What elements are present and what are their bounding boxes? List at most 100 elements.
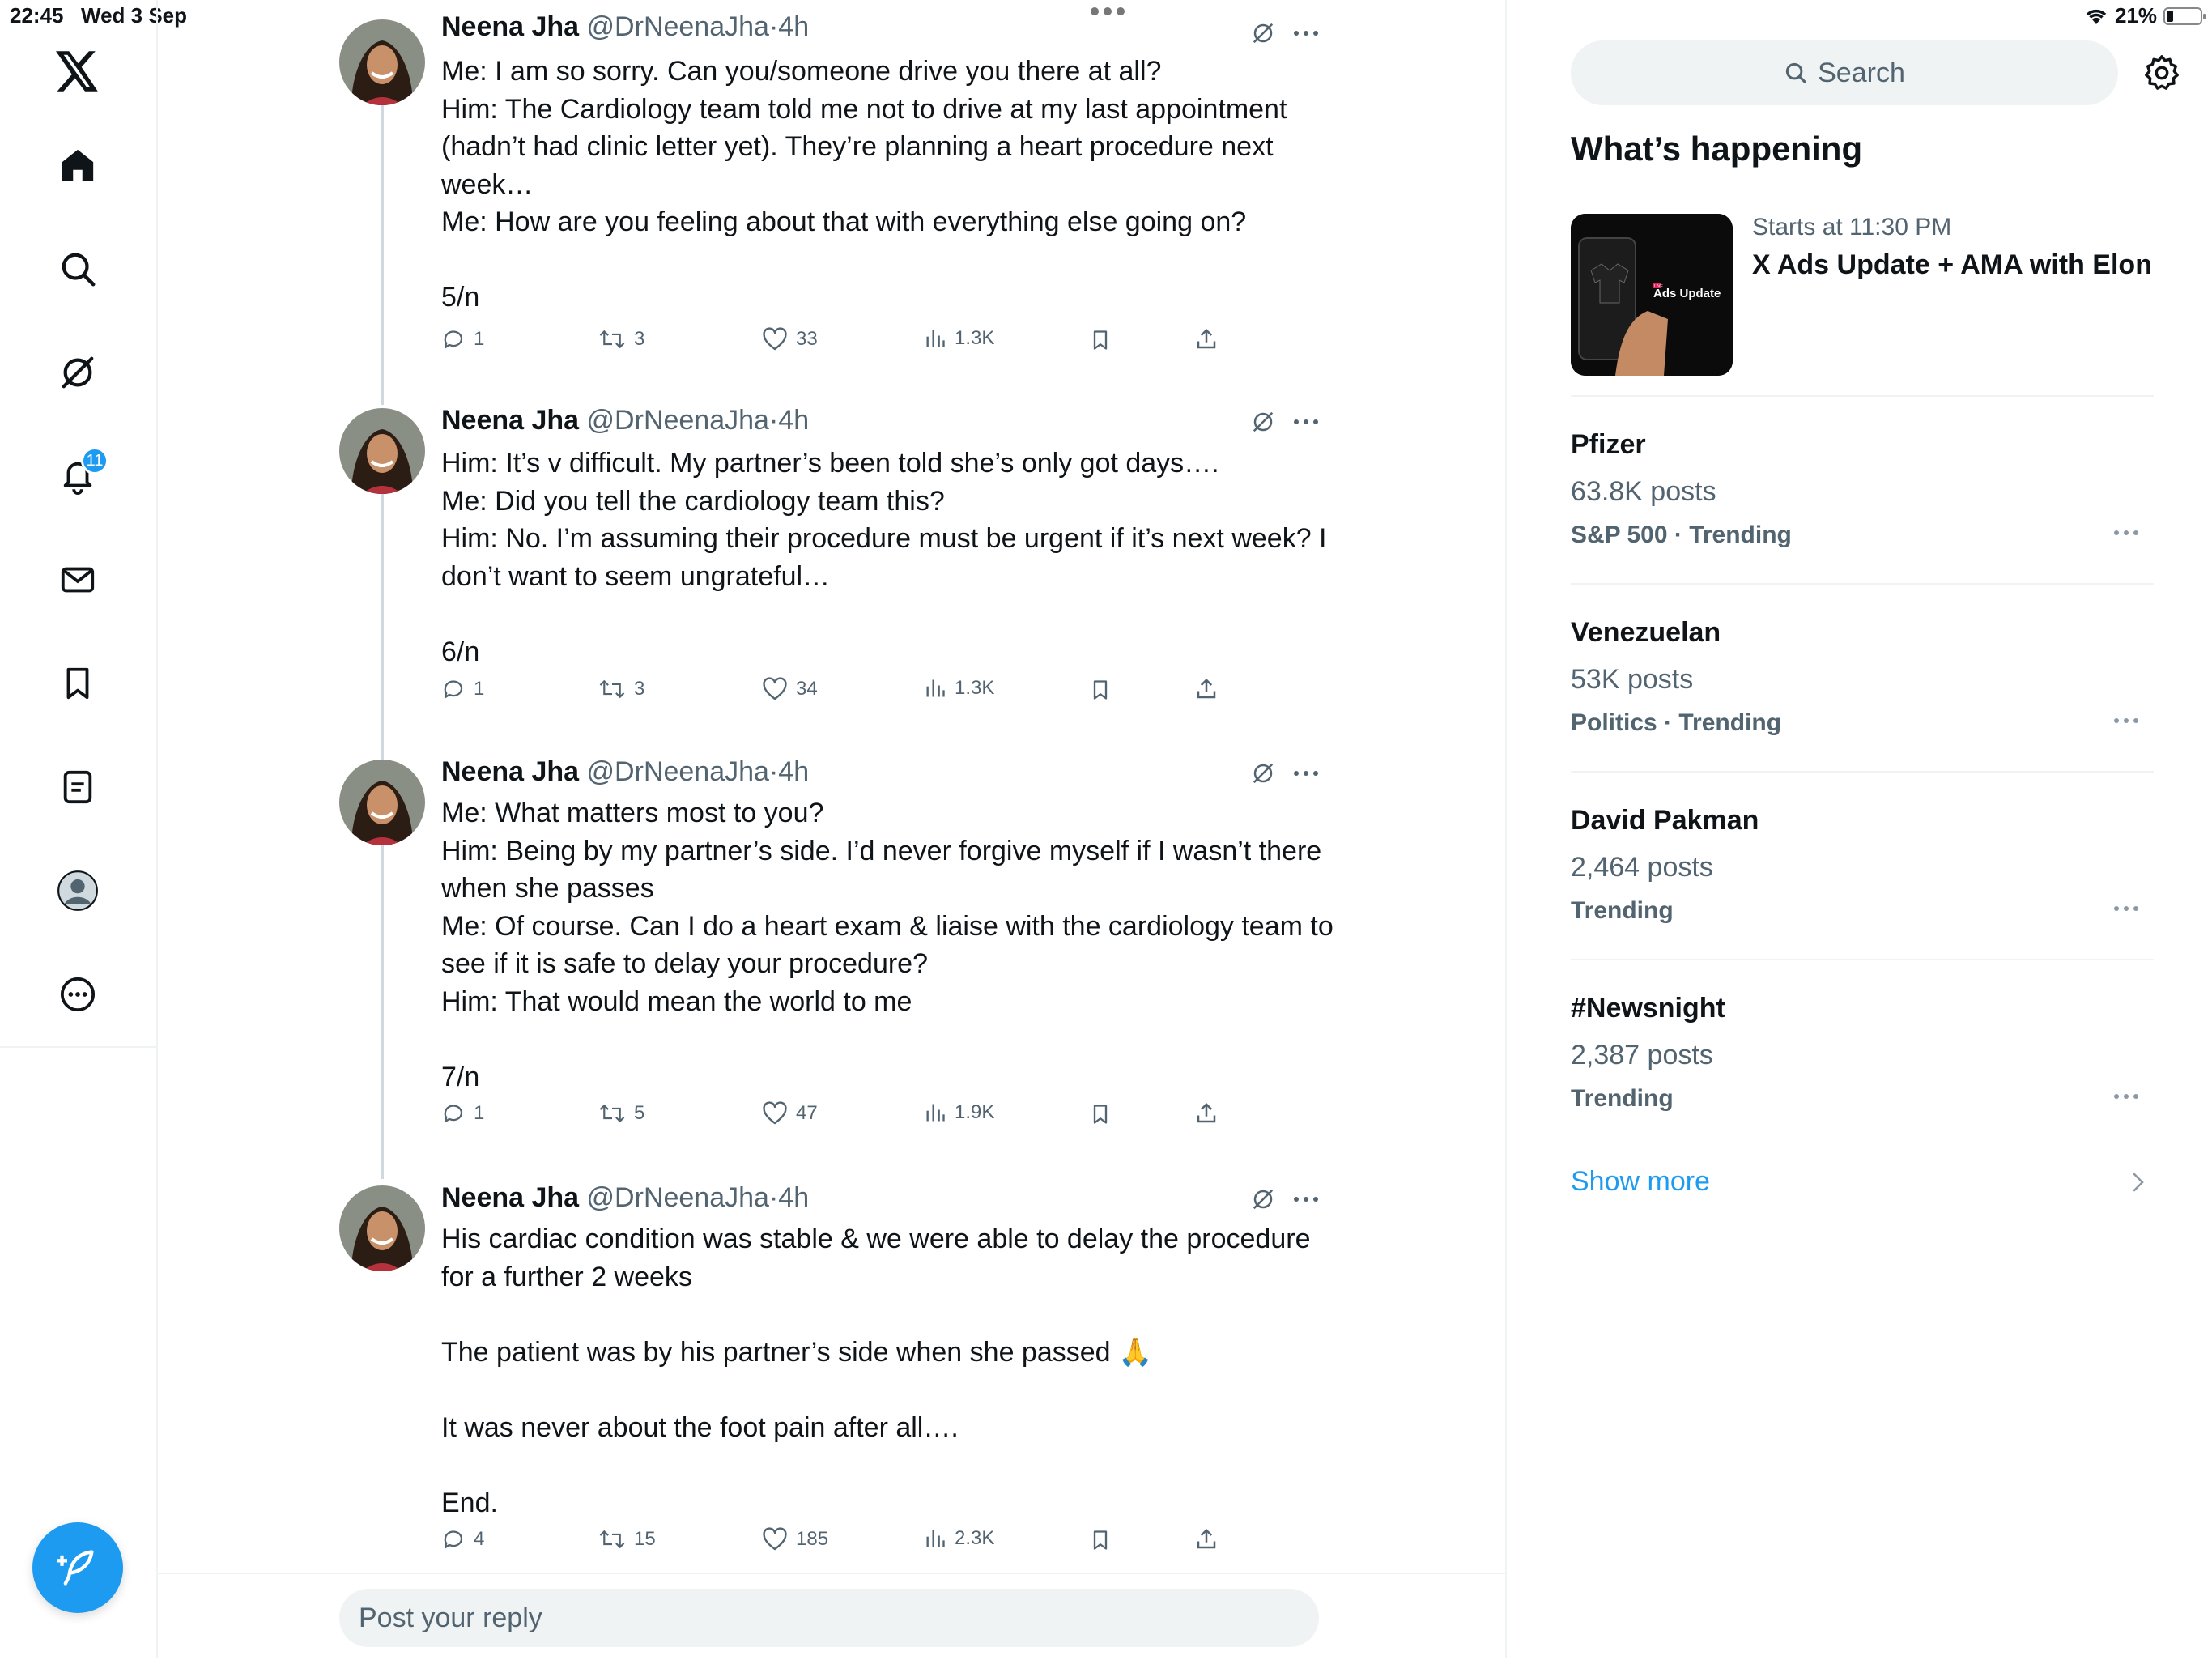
search-icon — [1784, 61, 1808, 85]
tweet[interactable]: Neena Jha @DrNeenaJha·4h Me: I am so sor… — [158, 0, 1505, 372]
reply-button[interactable]: 1 — [441, 1101, 484, 1126]
search-bar[interactable]: Search — [1571, 40, 2118, 105]
event-thumb-text: Ads Update — [1653, 287, 1721, 300]
reply-button[interactable]: 1 — [441, 677, 484, 701]
tweet[interactable]: Neena Jha @DrNeenaJha·4h Him: It’s v dif… — [158, 397, 1505, 721]
author-handle[interactable]: @DrNeenaJha — [587, 11, 769, 42]
tweet-top-icons — [1251, 761, 1319, 785]
views-button[interactable]: 2.3K — [924, 1527, 994, 1550]
author-name[interactable]: Neena Jha — [441, 405, 579, 436]
bookmark-icon[interactable] — [53, 659, 102, 708]
bookmark-button[interactable] — [1089, 1527, 1112, 1553]
event-title[interactable]: X Ads Update + AMA with Elon — [1752, 249, 2152, 281]
share-button[interactable] — [1194, 1527, 1219, 1551]
trend-item[interactable]: Venezuelan 53K posts Politics · Trending — [1571, 617, 2154, 779]
event-thumbnail: Ads Update LIVE — [1571, 214, 1733, 376]
tweet-header: Neena Jha @DrNeenaJha·4h — [441, 1182, 810, 1213]
tweet-time[interactable]: 4h — [778, 11, 809, 42]
reply-count: 1 — [474, 1102, 485, 1124]
gear-icon[interactable] — [2143, 53, 2180, 91]
like-count: 33 — [796, 328, 818, 350]
tweet-header: Neena Jha @DrNeenaJha·4h — [441, 756, 810, 787]
mail-icon[interactable] — [53, 555, 102, 604]
event-card[interactable]: Ads Update LIVE Starts at 11:30 PM X Ads… — [1571, 214, 2154, 376]
bookmark-button[interactable] — [1089, 677, 1112, 703]
repost-button[interactable]: 3 — [598, 327, 644, 351]
views-count: 1.9K — [955, 1101, 995, 1123]
left-navigation: 11 — [0, 0, 158, 1658]
more-dots-icon[interactable] — [2113, 1093, 2139, 1100]
more-dots-icon[interactable] — [1293, 419, 1319, 425]
bookmark-icon — [1089, 327, 1112, 353]
author-name[interactable]: Neena Jha — [441, 11, 579, 42]
home-icon[interactable] — [53, 141, 102, 189]
avatar[interactable] — [339, 19, 425, 105]
avatar[interactable] — [339, 1185, 425, 1271]
tweet[interactable]: Neena Jha @DrNeenaJha·4h Me: What matter… — [158, 748, 1505, 1145]
share-button[interactable] — [1194, 327, 1219, 351]
trend-item[interactable]: Pfizer 63.8K posts S&P 500 · Trending — [1571, 429, 2154, 591]
profile-icon[interactable] — [53, 866, 102, 915]
more-dots-icon[interactable] — [2113, 717, 2139, 724]
repost-button[interactable]: 15 — [598, 1527, 656, 1551]
author-name[interactable]: Neena Jha — [441, 756, 579, 787]
like-button[interactable]: 47 — [762, 1101, 818, 1126]
repost-count: 3 — [634, 328, 645, 350]
compose-button[interactable] — [32, 1522, 123, 1613]
search-icon[interactable] — [53, 245, 102, 293]
bookmark-button[interactable] — [1089, 1101, 1112, 1127]
tweet[interactable]: Neena Jha @DrNeenaJha·4h His cardiac con… — [158, 1174, 1505, 1571]
grok-icon[interactable] — [1251, 21, 1275, 45]
tweet-time[interactable]: 4h — [778, 1182, 809, 1213]
bookmark-button[interactable] — [1089, 327, 1112, 353]
like-button[interactable]: 34 — [762, 677, 818, 701]
grok-icon[interactable] — [53, 348, 102, 397]
share-button[interactable] — [1194, 1101, 1219, 1126]
repost-button[interactable]: 5 — [598, 1101, 644, 1126]
like-button[interactable]: 185 — [762, 1527, 828, 1551]
avatar[interactable] — [339, 408, 425, 494]
trend-context: Trending — [1571, 897, 1674, 924]
reply-icon — [441, 1101, 466, 1126]
repost-button[interactable]: 3 — [598, 677, 644, 701]
share-button[interactable] — [1194, 677, 1219, 701]
lists-icon[interactable] — [53, 763, 102, 811]
chevron-right-icon[interactable] — [2130, 1171, 2146, 1194]
views-icon — [924, 327, 946, 350]
grok-icon[interactable] — [1251, 761, 1275, 785]
author-handle[interactable]: @DrNeenaJha — [587, 1182, 769, 1213]
reply-button[interactable]: 1 — [441, 327, 484, 351]
more-dots-icon[interactable] — [1293, 770, 1319, 777]
views-button[interactable]: 1.3K — [924, 677, 994, 700]
like-button[interactable]: 33 — [762, 327, 818, 351]
x-logo-icon[interactable] — [53, 47, 102, 96]
trend-context: Trending — [1571, 1085, 1674, 1112]
author-handle[interactable]: @DrNeenaJha — [587, 405, 769, 436]
reply-input[interactable] — [339, 1589, 1319, 1647]
trend-item[interactable]: David Pakman 2,464 posts Trending — [1571, 805, 2154, 967]
views-button[interactable]: 1.9K — [924, 1101, 994, 1124]
more-dots-icon[interactable] — [2113, 530, 2139, 536]
more-dots-icon[interactable] — [2113, 905, 2139, 912]
more-dots-icon[interactable] — [1293, 30, 1319, 36]
grok-icon[interactable] — [1251, 410, 1275, 434]
tweet-text: His cardiac condition was stable & we we… — [441, 1224, 1311, 1518]
reply-count: 1 — [474, 328, 485, 350]
avatar[interactable] — [339, 760, 425, 845]
bell-icon[interactable]: 11 — [53, 447, 108, 500]
divider — [1571, 583, 2154, 585]
author-name[interactable]: Neena Jha — [441, 1182, 579, 1213]
trend-item[interactable]: #Newsnight 2,387 posts Trending — [1571, 993, 2154, 1155]
views-button[interactable]: 1.3K — [924, 327, 994, 350]
tweet-time[interactable]: 4h — [778, 405, 809, 436]
author-handle[interactable]: @DrNeenaJha — [587, 756, 769, 787]
more-dots-icon[interactable] — [1293, 1196, 1319, 1202]
tweet-top-icons — [1251, 410, 1319, 434]
like-icon — [762, 327, 788, 351]
tweet-time[interactable]: 4h — [778, 756, 809, 787]
grok-icon[interactable] — [1251, 1187, 1275, 1211]
like-icon — [762, 1527, 788, 1551]
more-circle-icon[interactable] — [53, 970, 102, 1019]
reply-button[interactable]: 4 — [441, 1527, 484, 1551]
show-more-link[interactable]: Show more — [1571, 1166, 1710, 1198]
